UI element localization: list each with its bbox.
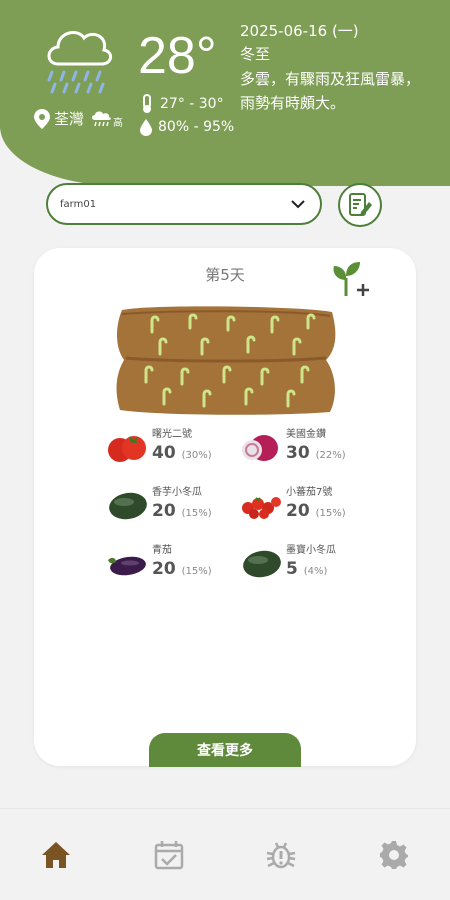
crop-percent: (15%) xyxy=(315,508,346,519)
cherry-tomato-icon xyxy=(242,497,281,519)
humidity-value: 80% - 95% xyxy=(158,119,235,135)
farm-card: 第5天 曙光二號 40 (30%) 美國金鑽 30 (22%) 香芋小冬瓜 20… xyxy=(34,248,416,767)
onion-icon xyxy=(242,435,278,461)
crop-percent: (4%) xyxy=(303,566,328,577)
rain-cloud-icon xyxy=(47,31,112,94)
crop-name: 小蕃茄7號 xyxy=(286,487,333,498)
crop-count: 20 xyxy=(286,501,310,521)
crop-count: 20 xyxy=(152,559,176,579)
location-pin-icon xyxy=(34,108,50,129)
chevron-down-icon xyxy=(291,200,305,209)
crop-name: 香芋小冬瓜 xyxy=(152,487,202,498)
crop-item[interactable]: 青茄 20 (15%) xyxy=(106,544,212,583)
soil-bed-illustration xyxy=(116,306,336,415)
add-plant-icon[interactable] xyxy=(330,258,372,298)
crop-item[interactable]: 香芋小冬瓜 20 (15%) xyxy=(106,486,212,525)
tomato-icon xyxy=(108,436,146,462)
crop-name: 美國金鑽 xyxy=(286,429,326,440)
temperature-range-value: 27° - 30° xyxy=(160,96,224,112)
crop-name: 曙光二號 xyxy=(152,429,192,440)
farm-selector[interactable]: farm01 xyxy=(46,183,322,225)
date: 2025-06-16 (一) xyxy=(240,22,359,40)
rain-cloud-small-icon xyxy=(92,110,111,126)
temperature-range: 27° - 30° xyxy=(140,94,224,114)
location: 荃灣 高 xyxy=(34,108,123,129)
rain-level: 高 xyxy=(113,118,124,129)
view-more-button[interactable]: 查看更多 xyxy=(149,733,301,767)
solar-term: 冬至 xyxy=(240,45,271,63)
crop-item[interactable]: 墨寶小冬瓜 5 (4%) xyxy=(240,544,336,583)
edit-note-icon xyxy=(349,193,372,216)
bottom-nav xyxy=(0,808,450,900)
crop-name: 青茄 xyxy=(152,545,172,556)
wax-gourd-icon xyxy=(243,550,281,578)
crop-count: 40 xyxy=(152,443,176,463)
farm-selected-value: farm01 xyxy=(60,198,97,210)
forecast-text: 多雲，有驟雨及狂風雷暴，雨勢有時頗大。 xyxy=(240,70,421,112)
crop-count: 5 xyxy=(286,559,298,579)
location-name: 荃灣 xyxy=(54,110,85,128)
crop-percent: (15%) xyxy=(181,566,212,577)
calendar-check-icon[interactable] xyxy=(153,839,185,871)
thermometer-icon xyxy=(143,94,151,113)
crop-name: 墨寶小冬瓜 xyxy=(286,545,336,556)
crop-count: 30 xyxy=(286,443,310,463)
wax-gourd-icon xyxy=(109,492,147,520)
water-drop-icon xyxy=(140,119,152,136)
crop-percent: (22%) xyxy=(315,450,346,461)
humidity: 80% - 95% xyxy=(140,118,234,136)
eggplant-icon xyxy=(108,556,146,576)
crop-item[interactable]: 小蕃茄7號 20 (15%) xyxy=(240,486,346,525)
weather-header: 荃灣 高 28° 27° - 30° 80% - 95% 2025-06-16 … xyxy=(0,0,450,186)
settings-gear-icon[interactable] xyxy=(378,839,410,871)
crop-item[interactable]: 曙光二號 40 (30%) xyxy=(106,428,212,467)
crop-percent: (15%) xyxy=(181,508,212,519)
edit-farm-button[interactable] xyxy=(338,183,382,227)
crop-percent: (30%) xyxy=(181,450,212,461)
crop-item[interactable]: 美國金鑽 30 (22%) xyxy=(240,428,346,467)
current-temperature: 28° xyxy=(138,27,217,85)
crop-count: 20 xyxy=(152,501,176,521)
bug-icon[interactable] xyxy=(265,839,297,871)
home-icon[interactable] xyxy=(40,839,72,871)
